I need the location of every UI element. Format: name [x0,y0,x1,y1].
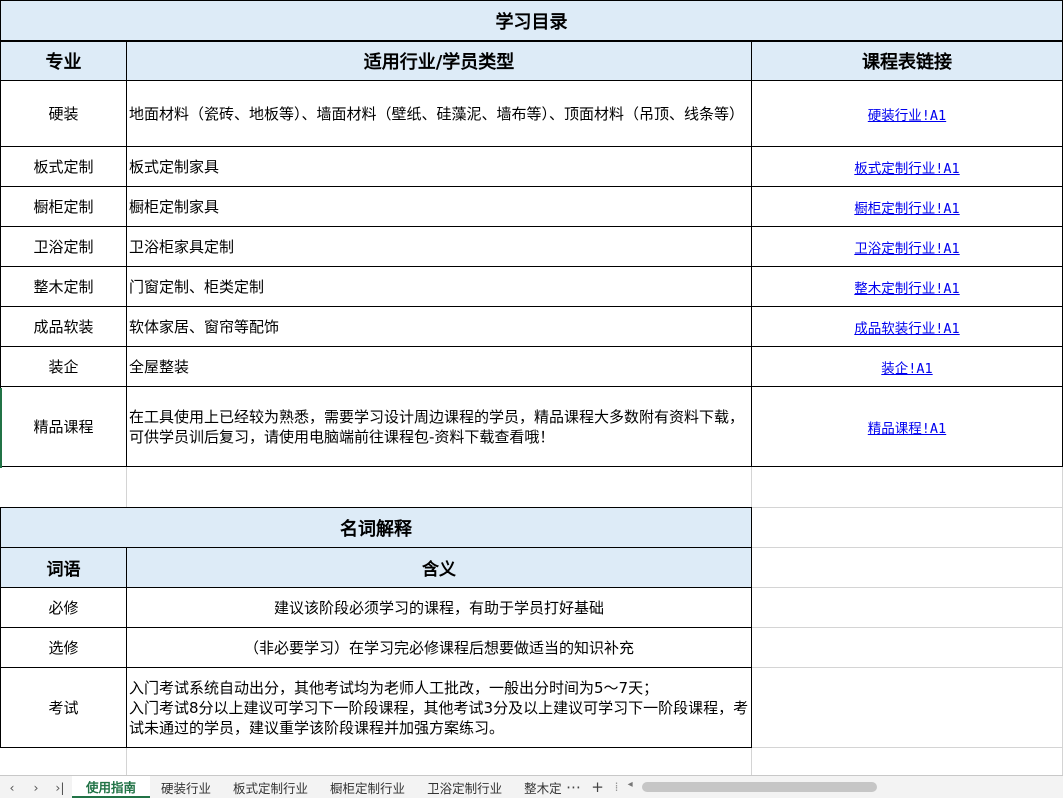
glossary-title[interactable]: 名词解释 [0,507,752,548]
row-major-soft[interactable]: 成品软装 [0,306,127,347]
row-major-bathroom[interactable]: 卫浴定制 [0,226,127,267]
row-desc-hardwear[interactable]: 地面材料（瓷砖、地板等）、墙面材料（壁纸、硅藻泥、墙布等）、顶面材料（吊顶、线条… [126,80,752,147]
empty-cell[interactable] [752,748,1063,775]
empty-cell[interactable] [752,508,1063,548]
empty-cell[interactable] [127,748,752,775]
meaning-exam[interactable]: 入门考试系统自动出分，其他考试均为老师人工批改，一般出分时间为5～7天； 入门考… [126,667,752,748]
row-link-cell-bathroom[interactable]: 卫浴定制行业!A1 [751,226,1063,267]
meaning-elective[interactable]: （非必要学习）在学习完必修课程后想要做适当的知识补充 [126,627,752,668]
scroll-left-icon[interactable]: ◂ [628,779,633,790]
tab-panel[interactable]: 板式定制行业 [222,776,319,798]
term-elective[interactable]: 选修 [0,627,127,668]
empty-cell[interactable] [0,467,127,508]
course-link-wood[interactable]: 整木定制行业!A1 [854,277,959,297]
row-major-panel[interactable]: 板式定制 [0,146,127,187]
header-major[interactable]: 专业 [0,41,127,81]
horizontal-scrollbar[interactable]: ◂ [628,779,1055,792]
term-exam[interactable]: 考试 [0,667,127,748]
header-course-link[interactable]: 课程表链接 [751,41,1063,81]
course-link-decor-company[interactable]: 装企!A1 [881,357,932,377]
row-major-hardwear[interactable]: 硬装 [0,80,127,147]
empty-cell[interactable] [752,467,1063,508]
tab-cabinet[interactable]: 橱柜定制行业 [319,776,416,798]
term-required[interactable]: 必修 [0,587,127,628]
meaning-exam-line1: 入门考试系统自动出分，其他考试均为老师人工批改，一般出分时间为5～7天； [129,678,659,697]
row-major-cabinet[interactable]: 橱柜定制 [0,186,127,227]
course-link-panel[interactable]: 板式定制行业!A1 [854,157,959,177]
row-desc-cabinet[interactable]: 橱柜定制家具 [126,186,752,227]
empty-cell[interactable] [0,748,127,775]
empty-cell[interactable] [752,548,1063,588]
empty-cell[interactable] [752,668,1063,748]
row-major-wood[interactable]: 整木定制 [0,266,127,307]
row-link-cell-soft[interactable]: 成品软装行业!A1 [751,306,1063,347]
row-desc-wood[interactable]: 门窗定制、柜类定制 [126,266,752,307]
row-link-cell-premium[interactable]: 精品课程!A1 [751,386,1063,467]
tab-splitter-icon[interactable]: ⁞ [610,776,624,798]
row-selection-marker [0,388,2,468]
row-major-premium[interactable]: 精品课程 [0,386,127,467]
course-link-premium[interactable]: 精品课程!A1 [868,417,946,437]
row-link-cell-cabinet[interactable]: 橱柜定制行业!A1 [751,186,1063,227]
row-desc-premium[interactable]: 在工具使用上已经较为熟悉，需要学习设计周边课程的学员，精品课程大多数附有资料下载… [126,386,752,467]
row-desc-panel[interactable]: 板式定制家具 [126,146,752,187]
last-sheet-icon[interactable]: ›| [48,776,72,798]
header-term[interactable]: 词语 [0,547,127,588]
tab-bathroom[interactable]: 卫浴定制行业 [416,776,513,798]
course-link-bathroom[interactable]: 卫浴定制行业!A1 [854,237,959,257]
meaning-exam-line2: 入门考试8分以上建议可学习下一阶段课程，其他考试3分及以上建议可学习下一阶段课程… [129,698,749,737]
course-link-soft[interactable]: 成品软装行业!A1 [854,317,959,337]
header-meaning[interactable]: 含义 [126,547,752,588]
row-link-cell-decor-company[interactable]: 装企!A1 [751,346,1063,387]
tab-wood[interactable]: 整木定 [513,776,562,798]
empty-cell[interactable] [752,588,1063,628]
meaning-required[interactable]: 建议该阶段必须学习的课程，有助于学员打好基础 [126,587,752,628]
more-sheets-icon[interactable]: ⋯ [562,776,586,798]
row-link-cell-wood[interactable]: 整木定制行业!A1 [751,266,1063,307]
row-link-cell-hardwear[interactable]: 硬装行业!A1 [751,80,1063,147]
scrollbar-thumb[interactable] [641,782,877,792]
row-desc-decor-company[interactable]: 全屋整装 [126,346,752,387]
tab-usage-guide[interactable]: 使用指南 [72,776,151,798]
header-industry[interactable]: 适用行业/学员类型 [126,41,752,81]
row-link-cell-panel[interactable]: 板式定制行业!A1 [751,146,1063,187]
empty-cell[interactable] [127,467,752,508]
catalog-title[interactable]: 学习目录 [0,0,1063,41]
course-link-cabinet[interactable]: 橱柜定制行业!A1 [854,197,959,217]
next-sheet-icon[interactable]: › [24,776,48,798]
row-major-decor-company[interactable]: 装企 [0,346,127,387]
empty-cell[interactable] [752,628,1063,668]
add-sheet-icon[interactable]: + [586,776,610,798]
tab-hardwear[interactable]: 硬装行业 [150,776,222,798]
row-desc-soft[interactable]: 软体家居、窗帘等配饰 [126,306,752,347]
prev-sheet-icon[interactable]: ‹ [0,776,24,798]
sheet-tab-bar: ‹ › ›| 使用指南 硬装行业 板式定制行业 橱柜定制行业 卫浴定制行业 整木… [0,775,1063,798]
row-desc-bathroom[interactable]: 卫浴柜家具定制 [126,226,752,267]
spreadsheet-grid[interactable]: 学习目录 专业 适用行业/学员类型 课程表链接 硬装 地面材料（瓷砖、地板等）、… [0,0,1063,775]
course-link-hardwear[interactable]: 硬装行业!A1 [868,104,946,124]
